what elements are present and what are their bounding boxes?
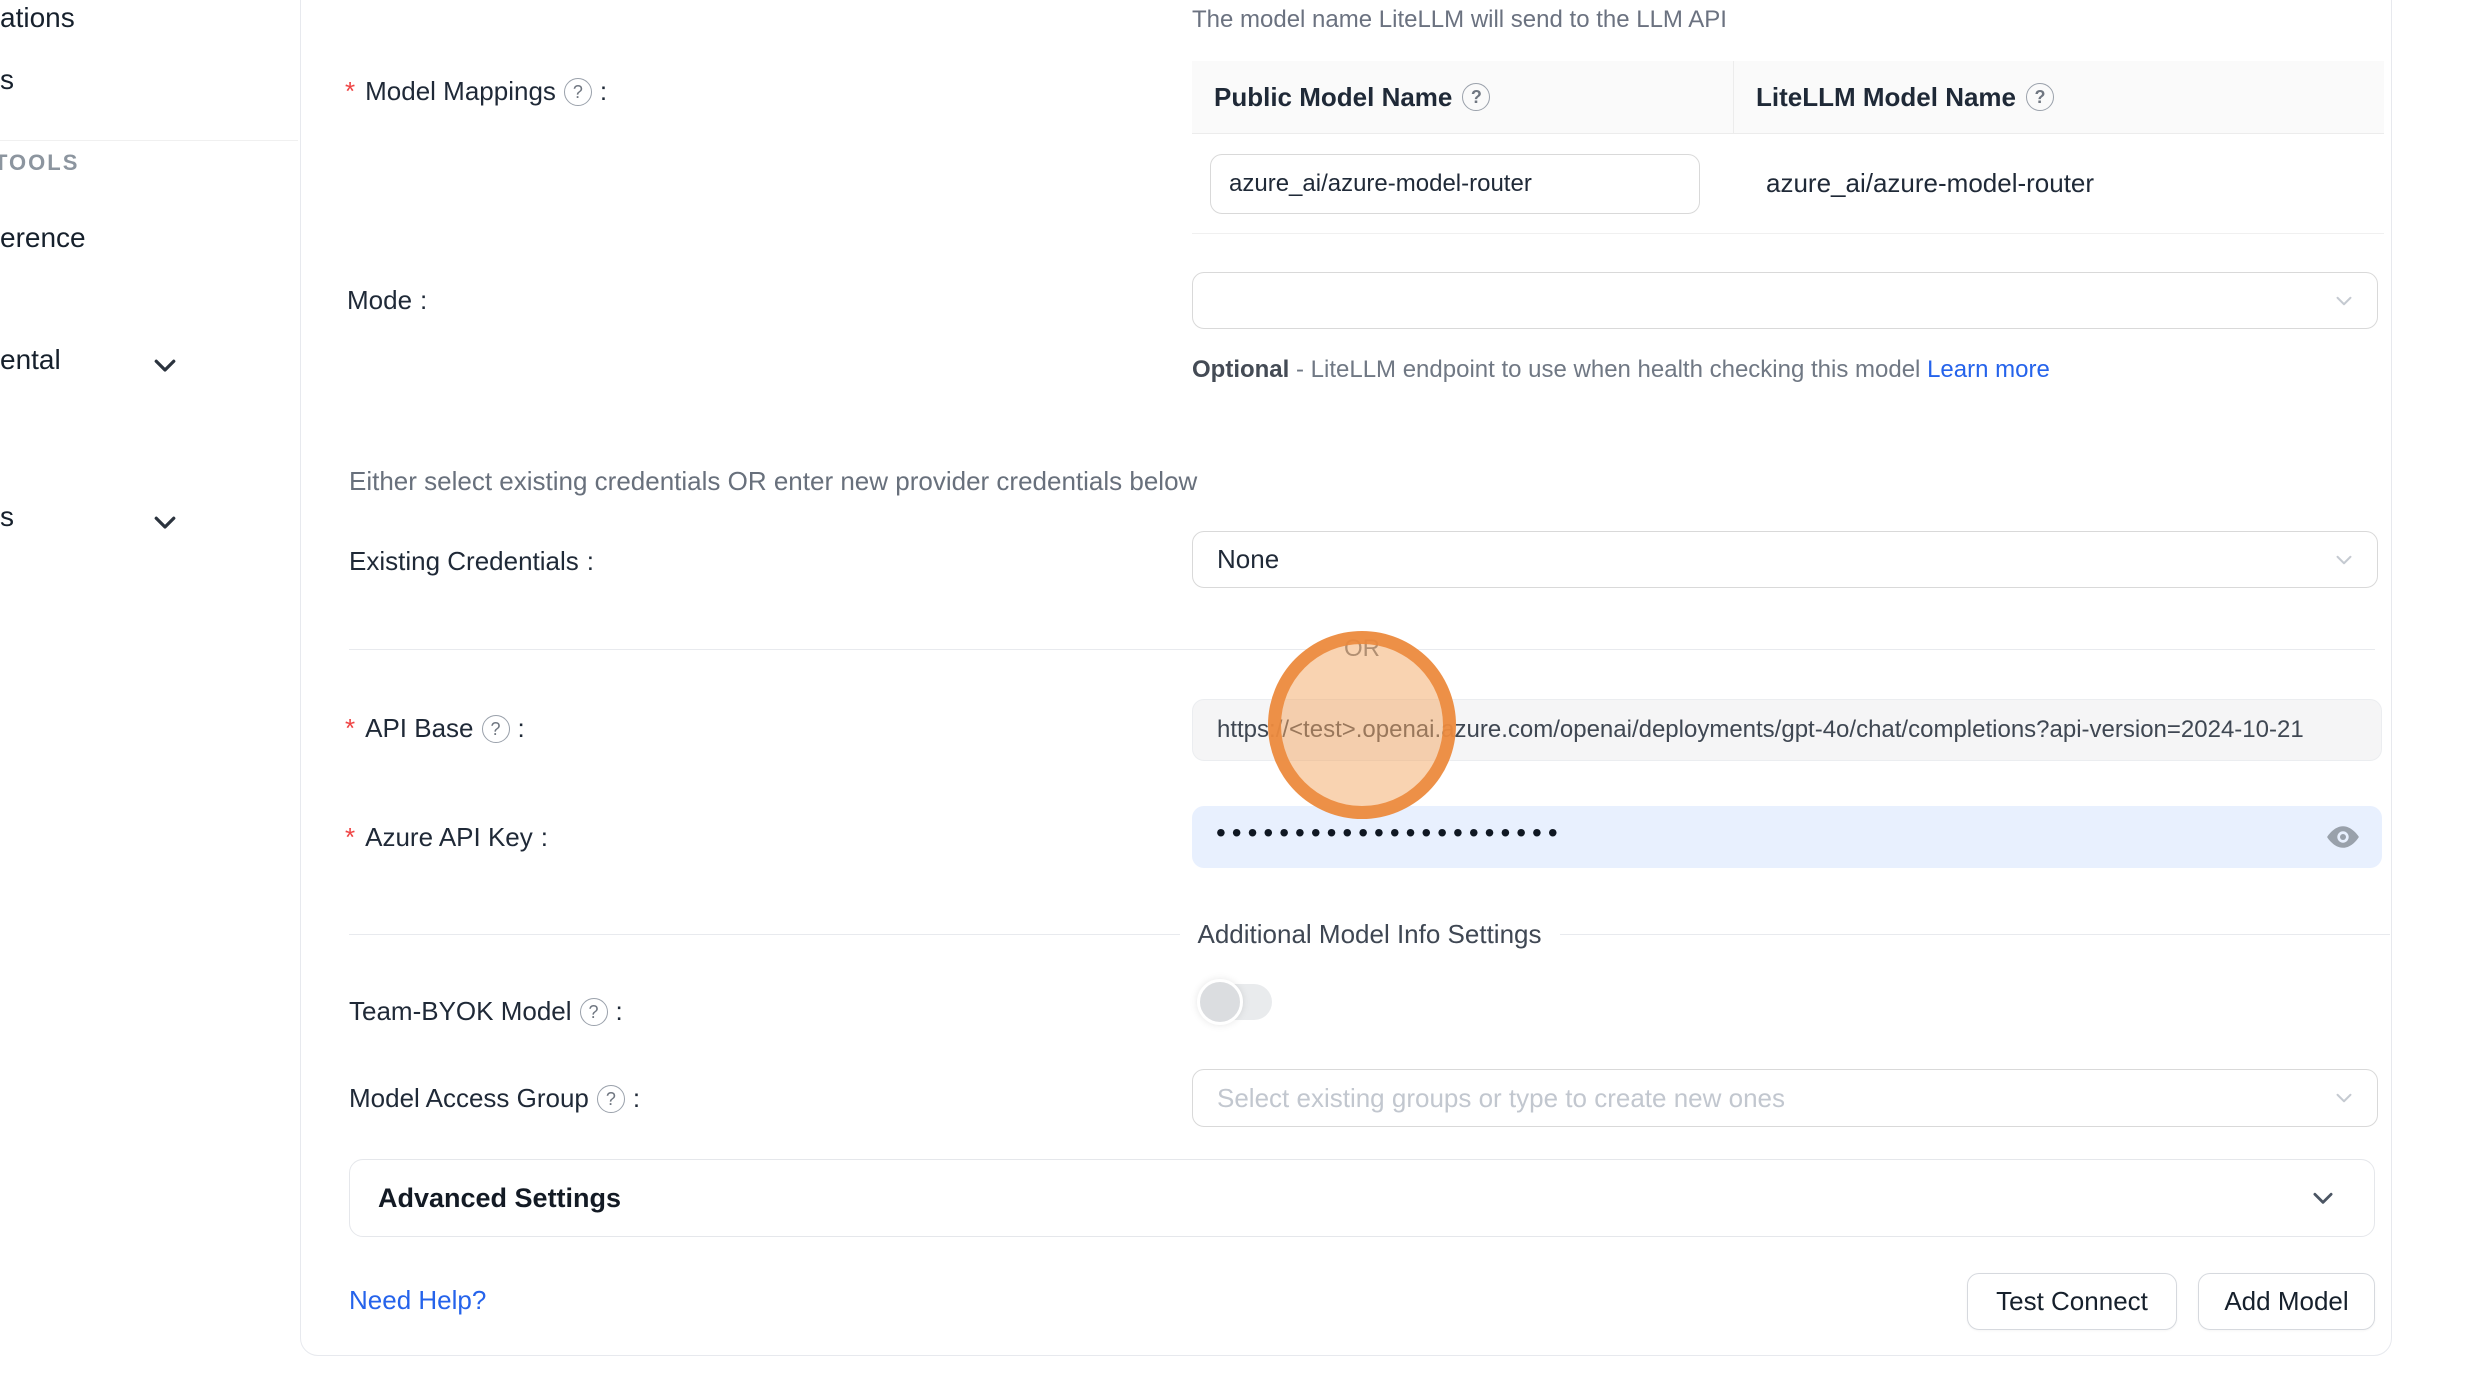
- team-byok-label-text: Team-BYOK Model: [349, 996, 572, 1027]
- column-header-label: Public Model Name: [1214, 82, 1452, 113]
- help-icon[interactable]: ?: [564, 78, 592, 106]
- mode-label: Mode :: [347, 285, 427, 316]
- table-header-row: Public Model Name ? LiteLLM Model Name ?: [1192, 61, 2384, 134]
- public-model-name-cell: [1192, 154, 1734, 214]
- model-access-group-placeholder: Select existing groups or type to create…: [1217, 1083, 1785, 1114]
- required-asterisk: *: [345, 76, 355, 107]
- column-header-litellm-model-name: LiteLLM Model Name ?: [1734, 61, 2384, 133]
- chevron-down-icon: [2331, 547, 2357, 573]
- model-access-group-select[interactable]: Select existing groups or type to create…: [1192, 1069, 2378, 1127]
- sidebar-item-experimental[interactable]: ental: [0, 344, 61, 376]
- api-base-input[interactable]: https://<test>.openai.azure.com/openai/d…: [1192, 699, 2382, 761]
- required-asterisk: *: [345, 713, 355, 744]
- add-model-button[interactable]: Add Model: [2198, 1273, 2375, 1330]
- label-colon: :: [518, 713, 525, 744]
- api-base-label-text: API Base: [365, 713, 473, 744]
- public-model-name-input[interactable]: [1210, 154, 1700, 214]
- advanced-settings-panel[interactable]: Advanced Settings: [349, 1159, 2375, 1237]
- chevron-down-icon: [2331, 288, 2357, 314]
- eye-icon[interactable]: [2324, 818, 2362, 856]
- existing-credentials-label-text: Existing Credentials: [349, 546, 579, 577]
- table-row: azure_ai/azure-model-router: [1192, 134, 2384, 233]
- azure-api-key-label-text: Azure API Key: [365, 822, 533, 853]
- model-mappings-label: * Model Mappings ? :: [345, 76, 607, 107]
- label-colon: :: [616, 996, 623, 1027]
- sidebar-item-label: erence: [0, 222, 86, 253]
- existing-credentials-select[interactable]: None: [1192, 531, 2378, 588]
- azure-api-key-input[interactable]: ••••••••••••••••••••••: [1192, 806, 2382, 868]
- mode-help-text: Optional - LiteLLM endpoint to use when …: [1192, 349, 2062, 390]
- help-icon[interactable]: ?: [482, 715, 510, 743]
- chevron-down-icon: [150, 350, 180, 380]
- sidebar-item-models[interactable]: s: [0, 64, 14, 96]
- chevron-down-icon: [150, 507, 180, 537]
- existing-credentials-label: Existing Credentials :: [349, 546, 594, 577]
- masked-api-key: ••••••••••••••••••••••: [1216, 819, 1564, 847]
- need-help-link[interactable]: Need Help?: [349, 1285, 486, 1316]
- model-mappings-table: Public Model Name ? LiteLLM Model Name ?…: [1192, 61, 2384, 234]
- team-byok-toggle[interactable]: [1200, 984, 1272, 1020]
- additional-settings-divider: Additional Model Info Settings: [349, 918, 2390, 950]
- column-header-label: LiteLLM Model Name: [1756, 82, 2016, 113]
- azure-api-key-label: * Azure API Key :: [345, 822, 548, 853]
- help-icon[interactable]: ?: [597, 1085, 625, 1113]
- label-colon: :: [587, 546, 594, 577]
- or-divider: OR: [349, 634, 2375, 664]
- label-colon: :: [541, 822, 548, 853]
- help-icon[interactable]: ?: [1462, 83, 1490, 111]
- mode-help-bold: Optional: [1192, 356, 1289, 383]
- help-icon[interactable]: ?: [2026, 83, 2054, 111]
- label-colon: :: [600, 76, 607, 107]
- sidebar-item-settings[interactable]: s: [0, 501, 14, 533]
- model-mappings-label-text: Model Mappings: [365, 76, 556, 107]
- label-colon: :: [633, 1083, 640, 1114]
- sidebar-item-organizations[interactable]: ations: [0, 2, 75, 34]
- column-header-public-model-name: Public Model Name ?: [1192, 61, 1734, 133]
- sidebar-group-label: TOOLS: [0, 150, 79, 175]
- existing-credentials-value: None: [1217, 544, 1279, 575]
- credentials-note: Either select existing credentials OR en…: [349, 466, 1197, 497]
- api-base-value: https://<test>.openai.azure.com/openai/d…: [1217, 716, 2304, 744]
- sidebar-item-label: s: [0, 501, 14, 532]
- toggle-knob: [1197, 979, 1243, 1025]
- model-access-group-label: Model Access Group ? :: [349, 1083, 640, 1114]
- learn-more-link[interactable]: Learn more: [1927, 356, 2050, 383]
- litellm-model-name-value: azure_ai/azure-model-router: [1734, 168, 2384, 199]
- label-colon: :: [420, 285, 427, 316]
- sidebar-item-api-reference[interactable]: erence: [0, 222, 86, 254]
- test-connect-button[interactable]: Test Connect: [1967, 1273, 2177, 1330]
- sidebar-group-tools: TOOLS: [0, 150, 79, 176]
- sidebar-divider: [0, 140, 298, 141]
- mode-select[interactable]: [1192, 272, 2378, 329]
- help-icon[interactable]: ?: [580, 998, 608, 1026]
- mode-help-body: - LiteLLM endpoint to use when health ch…: [1289, 356, 1927, 383]
- sidebar-item-label: ations: [0, 2, 75, 33]
- mode-label-text: Mode: [347, 285, 412, 316]
- model-name-hint: The model name LiteLLM will send to the …: [1192, 6, 1727, 34]
- chevron-down-icon: [2308, 1183, 2338, 1213]
- advanced-settings-title: Advanced Settings: [378, 1183, 621, 1214]
- sidebar-item-label: s: [0, 64, 14, 95]
- api-base-label: * API Base ? :: [345, 713, 525, 744]
- model-access-group-label-text: Model Access Group: [349, 1083, 589, 1114]
- sidebar-item-label: ental: [0, 344, 61, 375]
- chevron-down-icon: [2331, 1085, 2357, 1111]
- add-model-page: ations s TOOLS erence ental s The model …: [0, 0, 2477, 1385]
- team-byok-label: Team-BYOK Model ? :: [349, 996, 623, 1027]
- required-asterisk: *: [345, 822, 355, 853]
- or-divider-text: OR: [1326, 635, 1398, 663]
- additional-settings-divider-text: Additional Model Info Settings: [1180, 919, 1560, 950]
